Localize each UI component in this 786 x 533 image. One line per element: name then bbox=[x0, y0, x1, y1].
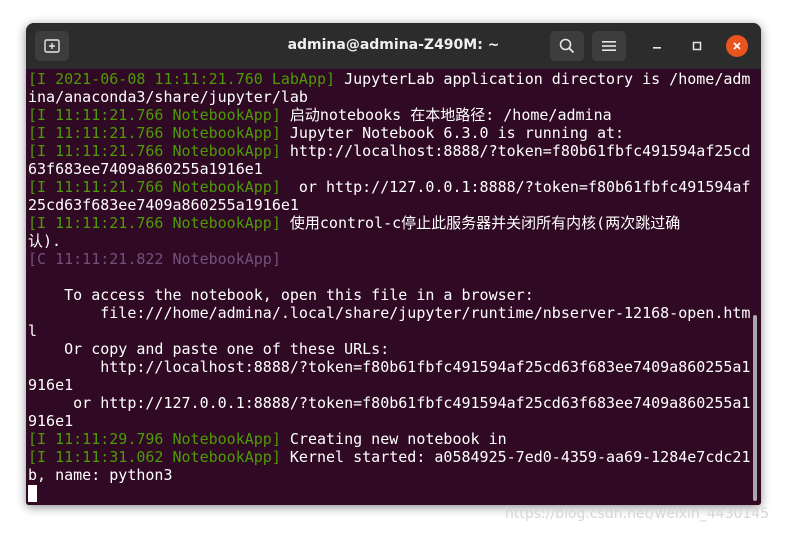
terminal-line: [C 11:11:21.822 NotebookApp] bbox=[28, 250, 281, 268]
search-icon bbox=[559, 38, 575, 54]
maximize-button[interactable] bbox=[686, 35, 708, 57]
search-button[interactable] bbox=[550, 31, 584, 61]
log-prefix: [C 11:11:21.822 NotebookApp] bbox=[28, 250, 281, 268]
terminal-line: or http://127.0.0.1:8888/?token=f80b61fb… bbox=[28, 394, 750, 412]
minimize-icon bbox=[653, 47, 661, 49]
minimize-button[interactable] bbox=[646, 35, 668, 57]
log-message: b, name: python3 bbox=[28, 466, 173, 484]
terminal-line: http://localhost:8888/?token=f80b61fbfc4… bbox=[28, 358, 750, 376]
terminal-line: 63f683ee7409a860255a1916e1 bbox=[28, 160, 263, 178]
log-message: l bbox=[28, 322, 38, 340]
log-prefix: [I 11:11:21.766 NotebookApp] bbox=[28, 106, 281, 124]
log-message: 916e1 bbox=[28, 412, 74, 430]
terminal-text: [I 2021-06-08 11:11:21.760 LabApp] Jupyt… bbox=[28, 70, 750, 484]
hamburger-menu-icon bbox=[602, 41, 616, 51]
close-icon bbox=[733, 42, 741, 50]
terminal-window: admina@admina-Z490M: ~ [I 2021-06-08 11:… bbox=[26, 23, 761, 505]
terminal-line: 916e1 bbox=[28, 412, 73, 430]
terminal-line: To access the notebook, open this file i… bbox=[28, 286, 534, 304]
terminal-line: 916e1 bbox=[28, 376, 73, 394]
terminal-output[interactable]: [I 2021-06-08 11:11:21.760 LabApp] Jupyt… bbox=[26, 69, 761, 505]
log-message: http://localhost:8888/?token=f80b61fbfc4… bbox=[28, 358, 751, 376]
log-message: 25cd63f683ee7409a860255a1916e1 bbox=[28, 196, 299, 214]
terminal-line: l bbox=[28, 322, 37, 340]
terminal-line: [I 2021-06-08 11:11:21.760 LabApp] Jupyt… bbox=[28, 70, 750, 88]
log-prefix: [I 11:11:21.766 NotebookApp] bbox=[28, 124, 281, 142]
close-button[interactable] bbox=[726, 35, 748, 57]
log-message: Kernel started: a0584925-7ed0-4359-aa69-… bbox=[280, 448, 751, 466]
terminal-line: [I 11:11:21.766 NotebookApp] http://loca… bbox=[28, 142, 750, 160]
text-cursor bbox=[28, 485, 37, 502]
log-message: or http://127.0.0.1:8888/?token=f80b61fb… bbox=[280, 178, 751, 196]
terminal-line: [I 11:11:21.766 NotebookApp] 启动notebooks… bbox=[28, 106, 612, 124]
terminal-line: ina/anaconda3/share/jupyter/lab bbox=[28, 88, 308, 106]
maximize-icon bbox=[692, 41, 702, 51]
log-message: or http://127.0.0.1:8888/?token=f80b61fb… bbox=[28, 394, 751, 412]
log-message: ina/anaconda3/share/jupyter/lab bbox=[28, 88, 308, 106]
terminal-line: 25cd63f683ee7409a860255a1916e1 bbox=[28, 196, 299, 214]
terminal-line: [I 11:11:21.766 NotebookApp] 使用control-c… bbox=[28, 214, 680, 232]
terminal-line: [I 11:11:29.796 NotebookApp] Creating ne… bbox=[28, 430, 507, 448]
log-message: 启动notebooks 在本地路径: /home/admina bbox=[280, 106, 612, 124]
log-prefix: [I 11:11:21.766 NotebookApp] bbox=[28, 178, 281, 196]
log-message: 使用control-c停止此服务器并关闭所有内核(两次跳过确 bbox=[280, 214, 681, 232]
log-message: 认). bbox=[28, 232, 62, 250]
log-message: 63f683ee7409a860255a1916e1 bbox=[28, 160, 263, 178]
scrollbar[interactable] bbox=[753, 315, 757, 501]
log-message: Or copy and paste one of these URLs: bbox=[28, 340, 390, 358]
log-message: file:///home/admina/.local/share/jupyter… bbox=[28, 304, 751, 322]
log-prefix: [I 2021-06-08 11:11:21.760 LabApp] bbox=[28, 70, 336, 88]
log-message: 916e1 bbox=[28, 376, 74, 394]
terminal-line: Or copy and paste one of these URLs: bbox=[28, 340, 389, 358]
menu-button[interactable] bbox=[592, 31, 626, 61]
terminal-line: [I 11:11:31.062 NotebookApp] Kernel star… bbox=[28, 448, 750, 466]
log-message: Jupyter Notebook 6.3.0 is running at: bbox=[280, 124, 625, 142]
log-message: To access the notebook, open this file i… bbox=[28, 286, 534, 304]
log-message: http://localhost:8888/?token=f80b61fbfc4… bbox=[280, 142, 751, 160]
log-prefix: [I 11:11:21.766 NotebookApp] bbox=[28, 214, 281, 232]
log-prefix: [I 11:11:21.766 NotebookApp] bbox=[28, 142, 281, 160]
terminal-line: [I 11:11:21.766 NotebookApp] Jupyter Not… bbox=[28, 124, 624, 142]
watermark: https://blog.csdn.net/weixin_4430145 bbox=[505, 506, 770, 522]
terminal-line: 认). bbox=[28, 232, 61, 250]
terminal-line: file:///home/admina/.local/share/jupyter… bbox=[28, 304, 750, 322]
title-bar[interactable]: admina@admina-Z490M: ~ bbox=[26, 23, 761, 69]
log-message: Creating new notebook in bbox=[280, 430, 507, 448]
log-message: JupyterLab application directory is /hom… bbox=[335, 70, 751, 88]
log-prefix: [I 11:11:31.062 NotebookApp] bbox=[28, 448, 281, 466]
terminal-line: b, name: python3 bbox=[28, 466, 173, 484]
terminal-line: [I 11:11:21.766 NotebookApp] or http://1… bbox=[28, 178, 750, 196]
log-prefix: [I 11:11:29.796 NotebookApp] bbox=[28, 430, 281, 448]
